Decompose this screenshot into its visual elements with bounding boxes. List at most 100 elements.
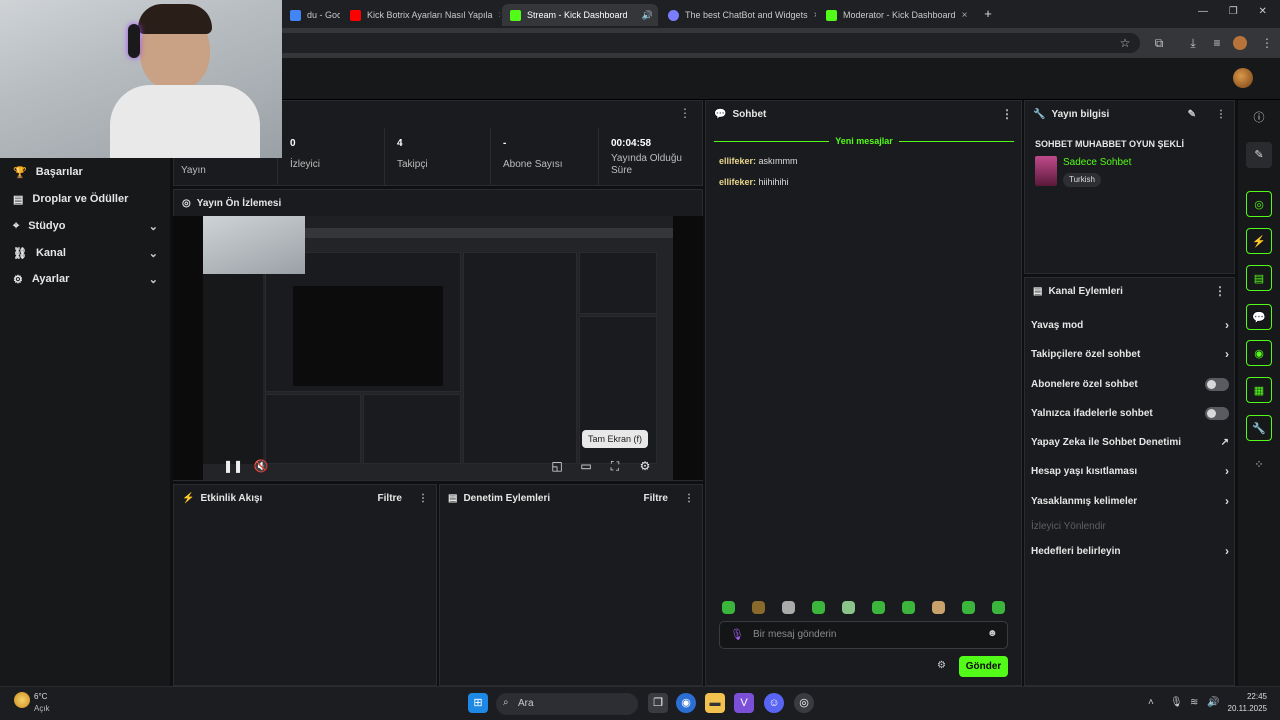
emotes-only-toggle[interactable] <box>1205 406 1229 420</box>
new-tab-button[interactable]: + <box>980 5 996 23</box>
wrench-toggle-icon[interactable]: 🔧 <box>1246 415 1272 441</box>
more-icon[interactable]: ⋮ <box>684 493 694 504</box>
url-field[interactable] <box>210 33 1140 53</box>
mini-chat <box>463 252 577 464</box>
emote-icon[interactable] <box>752 601 765 614</box>
volume-icon[interactable]: 🔊 <box>1207 697 1219 708</box>
layout-icon[interactable]: ⁘ <box>1246 452 1272 478</box>
panel-header: ▤ Denetim Eylemleri Filtre ⋮ <box>440 485 702 511</box>
action-slow-mode[interactable]: Yavaş mod › <box>1031 315 1229 335</box>
emote-icon[interactable] <box>962 601 975 614</box>
more-icon[interactable]: ⋮ <box>418 493 428 504</box>
category-thumbnail[interactable] <box>1035 156 1057 186</box>
tab-label: du - Goog <box>307 10 340 20</box>
more-icon[interactable]: ⋮ <box>1216 109 1226 120</box>
emote-icon[interactable] <box>902 601 915 614</box>
more-icon[interactable]: ⋮ <box>1001 107 1013 121</box>
discord-icon[interactable]: ☺ <box>764 693 784 713</box>
send-button[interactable]: Gönder <box>959 656 1008 677</box>
theater-icon[interactable]: ▭ <box>578 458 594 474</box>
chat-text: askımmm <box>758 156 798 166</box>
broadcast-toggle-icon[interactable]: ◉ <box>1246 340 1272 366</box>
chat-settings-icon[interactable]: ⚙ <box>937 660 946 671</box>
emote-icon[interactable] <box>992 601 1005 614</box>
action-account-age[interactable]: Hesap yaşı kısıtlaması › <box>1031 461 1229 481</box>
edit-icon[interactable]: ✎ <box>1246 142 1272 168</box>
clock-time[interactable]: 22:45 <box>1229 692 1267 701</box>
browser-tab-active[interactable]: Stream - Kick Dashboard 🔊 × <box>502 4 658 26</box>
emote-icon[interactable] <box>782 601 795 614</box>
emote-icon[interactable] <box>812 601 825 614</box>
emote-icon[interactable] <box>932 601 945 614</box>
subscribers-only-toggle[interactable] <box>1205 377 1229 391</box>
browser-tab[interactable]: Moderator - Kick Dashboard × <box>818 4 974 26</box>
browser-tab[interactable]: du - Goog × <box>282 4 340 26</box>
mute-icon[interactable]: 🔇 <box>253 458 269 474</box>
category-link[interactable]: Sadece Sohbet <box>1063 157 1131 168</box>
botrix-icon <box>668 9 679 21</box>
action-goals[interactable]: Hedefleri belirleyin › <box>1031 541 1229 561</box>
edit-icon[interactable]: ✎ <box>1188 109 1196 120</box>
chat-username[interactable]: ellifeker: <box>719 177 756 187</box>
tray-chevron-icon[interactable]: ˄ <box>1148 697 1154 708</box>
download-icon[interactable]: ⤓ <box>1184 34 1202 52</box>
sidebar-item-drops[interactable]: ▤ Droplar ve Ödüller <box>0 186 170 212</box>
info-icon[interactable]: ⓘ <box>1246 105 1272 131</box>
chrome-icon[interactable]: ◉ <box>676 693 696 713</box>
reading-list-icon[interactable]: ≡ <box>1208 34 1226 52</box>
close-icon[interactable]: × <box>962 10 968 21</box>
emoji-icon[interactable]: ☻ <box>987 628 998 639</box>
activity-panel: ⚡ Etkinlik Akışı Filtre ⋮ <box>173 484 437 686</box>
sidebar-item-achievements[interactable]: 🏆 Başarılar <box>0 159 170 185</box>
settings-icon[interactable]: ⚙ <box>637 458 653 474</box>
close-icon[interactable]: × <box>499 10 500 21</box>
pause-icon[interactable]: ❚❚ <box>223 458 243 474</box>
filter-button[interactable]: Filtre <box>644 493 668 504</box>
obs-icon[interactable]: ◎ <box>794 693 814 713</box>
profile-icon[interactable] <box>1233 36 1247 50</box>
restore-icon[interactable]: ❐ <box>1229 6 1238 17</box>
start-icon[interactable]: ⊞ <box>468 693 488 713</box>
activity-toggle-icon[interactable]: ⚡ <box>1246 228 1272 254</box>
emote-icon[interactable] <box>842 601 855 614</box>
task-view-icon[interactable]: ❐ <box>648 693 668 713</box>
close-icon[interactable]: × <box>814 10 816 21</box>
microphone-tray-icon[interactable]: 🎙 <box>1170 697 1183 708</box>
action-ai-moderation[interactable]: Yapay Zeka ile Sohbet Denetimi ↗ <box>1031 432 1229 452</box>
star-icon[interactable]: ☆ <box>1116 34 1134 52</box>
extensions-icon[interactable]: ⧉ <box>1150 34 1168 52</box>
language-badge: Turkish <box>1063 173 1101 187</box>
visual-studio-icon[interactable]: V <box>734 693 754 713</box>
browser-tab[interactable]: The best ChatBot and Widgets × <box>660 4 816 26</box>
weather-icon[interactable] <box>14 692 30 708</box>
menu-icon[interactable]: ⋮ <box>1258 34 1276 52</box>
folder-icon[interactable]: ▬ <box>705 693 725 713</box>
fullscreen-icon[interactable]: ⛶ <box>607 458 623 474</box>
browser-tab[interactable]: Kick Botrix Ayarları Nasıl Yapıla × <box>342 4 500 26</box>
action-banned-words[interactable]: Yasaklanmış kelimeler › <box>1031 491 1229 511</box>
emote-icon[interactable] <box>722 601 735 614</box>
sidebar-item-settings[interactable]: ⚙ Ayarlar ⌄ <box>0 266 170 292</box>
chat-input[interactable]: Bir mesaj gönderin <box>719 621 1008 649</box>
sidebar-item-channel[interactable]: ⛓ Kanal ⌄ <box>0 240 170 266</box>
emote-icon[interactable] <box>872 601 885 614</box>
chat-username[interactable]: ellifeker: <box>719 156 756 166</box>
close-window-icon[interactable]: ✕ <box>1259 6 1267 17</box>
wifi-icon[interactable]: ≋ <box>1190 697 1198 708</box>
avatar[interactable] <box>1233 68 1253 88</box>
actions-toggle-icon[interactable]: ▦ <box>1246 377 1272 403</box>
sidebar-item-studio[interactable]: ⌖ Stüdyo ⌄ <box>0 213 170 239</box>
preview-toggle-icon[interactable]: ◎ <box>1246 191 1272 217</box>
chat-toggle-icon[interactable]: 💬 <box>1246 304 1272 330</box>
more-icon[interactable]: ⋮ <box>1214 284 1226 298</box>
taskbar-search[interactable]: Ara <box>496 693 638 715</box>
clock-date[interactable]: 20.11.2025 <box>1222 704 1267 713</box>
filter-button[interactable]: Filtre <box>378 493 402 504</box>
minimize-icon[interactable]: — <box>1198 6 1208 17</box>
microphone-icon[interactable]: 🎙 <box>730 628 744 641</box>
more-icon[interactable]: ⋮ <box>679 106 691 120</box>
moderation-toggle-icon[interactable]: ▤ <box>1246 265 1272 291</box>
pip-icon[interactable]: ◱ <box>549 458 565 474</box>
action-followers-only[interactable]: Takipçilere özel sohbet › <box>1031 344 1229 364</box>
speaker-icon[interactable]: 🔊 <box>642 10 653 21</box>
